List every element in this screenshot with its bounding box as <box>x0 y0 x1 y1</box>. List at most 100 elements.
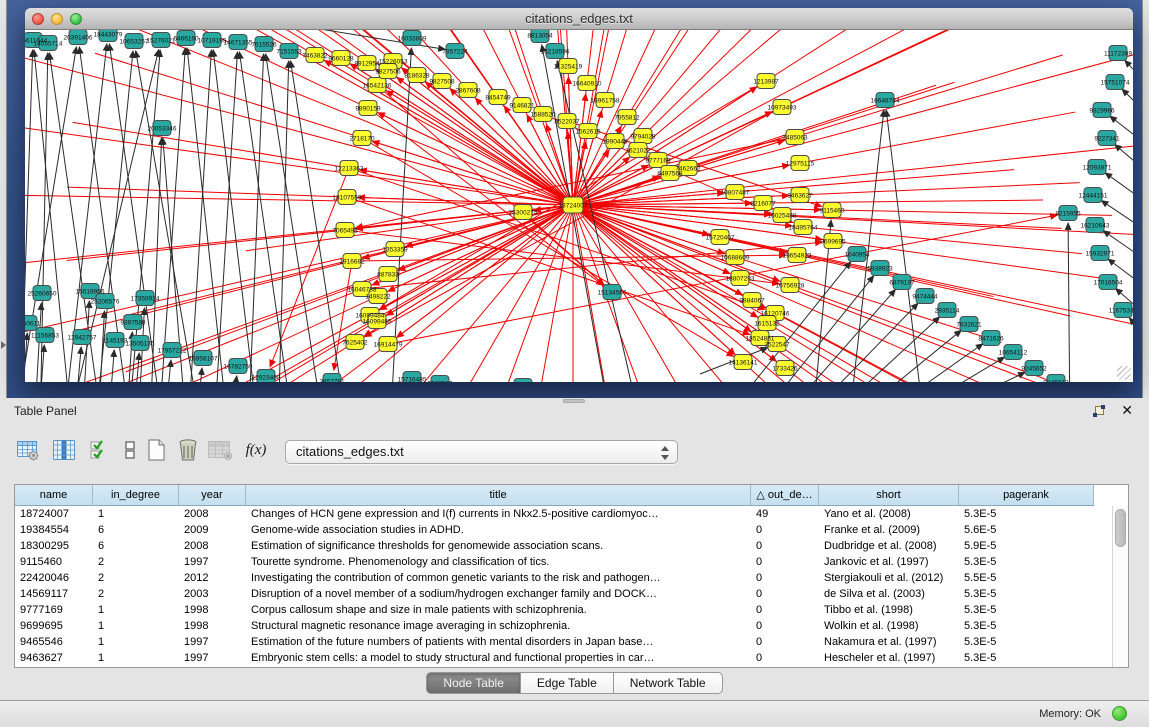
cell-name[interactable]: 9465546 <box>15 634 93 650</box>
cell-name[interactable]: 9699695 <box>15 618 93 634</box>
cell-in_degree[interactable]: 2 <box>93 554 179 570</box>
cell-in_degree[interactable]: 1 <box>93 506 179 522</box>
table-row[interactable]: 969969511998Structural magnetic resonanc… <box>15 618 1112 634</box>
cell-year[interactable]: 1997 <box>179 634 246 650</box>
cell-out_de[interactable]: 0 <box>751 650 819 666</box>
cell-pagerank[interactable]: 5.3E-5 <box>959 634 1094 650</box>
table-row[interactable]: 977716911998Corpus callosum shape and si… <box>15 602 1112 618</box>
tab-edge-table[interactable]: Edge Table <box>521 672 614 694</box>
new-table-icon[interactable] <box>142 436 170 464</box>
cell-out_de[interactable]: 0 <box>751 522 819 538</box>
network-canvas[interactable]: 1661164414055714203914061844307910653257… <box>25 30 1133 382</box>
cell-pagerank[interactable]: 5.6E-5 <box>959 522 1094 538</box>
resize-grip[interactable] <box>1117 366 1131 380</box>
cell-name[interactable]: 18300295 <box>15 538 93 554</box>
panel-collapse-arrow-icon[interactable] <box>1 341 6 349</box>
table-row[interactable]: 946554611997Estimation of the future num… <box>15 634 1112 650</box>
cell-year[interactable]: 1997 <box>179 650 246 666</box>
cell-pagerank[interactable]: 5.3E-5 <box>959 554 1094 570</box>
cell-name[interactable]: 19384554 <box>15 522 93 538</box>
cell-out_de[interactable]: 0 <box>751 602 819 618</box>
cell-name[interactable]: 9463627 <box>15 650 93 666</box>
column-header-year[interactable]: year <box>179 485 246 506</box>
cell-year[interactable]: 2003 <box>179 586 246 602</box>
table-row[interactable]: 911546021997Tourette syndrome. Phenomeno… <box>15 554 1112 570</box>
cell-name[interactable]: 22420046 <box>15 570 93 586</box>
cell-in_degree[interactable]: 6 <box>93 538 179 554</box>
cell-short[interactable]: Yano et al. (2008) <box>819 506 959 522</box>
cell-short[interactable]: Hescheler et al. (1997) <box>819 650 959 666</box>
cell-short[interactable]: de Silva et al. (2003) <box>819 586 959 602</box>
cell-name[interactable]: 18724007 <box>15 506 93 522</box>
cell-out_de[interactable]: 49 <box>751 506 819 522</box>
cell-out_de[interactable]: 0 <box>751 618 819 634</box>
column-edit-icon[interactable] <box>50 436 78 464</box>
cell-year[interactable]: 1997 <box>179 554 246 570</box>
cell-pagerank[interactable]: 5.9E-5 <box>959 538 1094 554</box>
cell-year[interactable]: 2008 <box>179 538 246 554</box>
cell-title[interactable]: Tourette syndrome. Phenomenology and cla… <box>246 554 751 570</box>
graph-node[interactable] <box>514 379 532 383</box>
cell-year[interactable]: 2008 <box>179 506 246 522</box>
tab-network-table[interactable]: Network Table <box>614 672 723 694</box>
cell-out_de[interactable]: 0 <box>751 634 819 650</box>
cell-in_degree[interactable]: 1 <box>93 618 179 634</box>
cell-out_de[interactable]: 0 <box>751 538 819 554</box>
table-row[interactable]: 1938455462009Genome-wide association stu… <box>15 522 1112 538</box>
function-builder-icon[interactable]: f(x) <box>242 436 270 464</box>
cell-pagerank[interactable]: 5.3E-5 <box>959 618 1094 634</box>
table-row[interactable]: 2242004622012Investigating the contribut… <box>15 570 1112 586</box>
cell-title[interactable]: Estimation of significance thresholds fo… <box>246 538 751 554</box>
table-scrollbar[interactable] <box>1112 506 1128 667</box>
cell-year[interactable]: 2012 <box>179 570 246 586</box>
cell-in_degree[interactable]: 6 <box>93 522 179 538</box>
memory-status-icon[interactable] <box>1112 706 1127 721</box>
cell-year[interactable]: 1998 <box>179 602 246 618</box>
cell-name[interactable]: 9777169 <box>15 602 93 618</box>
row-height-icon[interactable] <box>116 436 144 464</box>
column-header-out_de[interactable]: △ out_de… <box>751 485 819 506</box>
cell-name[interactable]: 9115460 <box>15 554 93 570</box>
cell-short[interactable]: Jankovic et al. (1997) <box>819 554 959 570</box>
cell-short[interactable]: Dudbridge et al. (2008) <box>819 538 959 554</box>
cell-in_degree[interactable]: 2 <box>93 570 179 586</box>
cell-in_degree[interactable]: 1 <box>93 650 179 666</box>
cell-title[interactable]: Genome-wide association studies in ADHD. <box>246 522 751 538</box>
cell-title[interactable]: Investigating the contribution of common… <box>246 570 751 586</box>
cell-title[interactable]: Estimation of the future numbers of pati… <box>246 634 751 650</box>
cell-pagerank[interactable]: 5.3E-5 <box>959 602 1094 618</box>
tab-node-table[interactable]: Node Table <box>426 672 521 694</box>
table-selector[interactable]: citations_edges.txt <box>285 440 678 464</box>
cell-in_degree[interactable]: 2 <box>93 586 179 602</box>
cell-short[interactable]: Wolkin et al. (1998) <box>819 618 959 634</box>
cell-pagerank[interactable]: 5.3E-5 <box>959 586 1094 602</box>
cell-title[interactable]: Embryonic stem cells: a model to study s… <box>246 650 751 666</box>
cell-title[interactable]: Structural magnetic resonance image aver… <box>246 618 751 634</box>
cell-name[interactable]: 14569117 <box>15 586 93 602</box>
network-graph[interactable]: 1661164414055714203914061844307910653257… <box>25 30 1133 382</box>
cell-short[interactable]: Nakamura et al. (1997) <box>819 634 959 650</box>
table-settings-icon[interactable] <box>14 436 42 464</box>
column-header-short[interactable]: short <box>819 485 959 506</box>
cell-title[interactable]: Changes of HCN gene expression and I(f) … <box>246 506 751 522</box>
cell-short[interactable]: Stergiakouli et al. (2012) <box>819 570 959 586</box>
table-row[interactable]: 1872400712008Changes of HCN gene express… <box>15 506 1112 522</box>
cell-in_degree[interactable]: 1 <box>93 634 179 650</box>
cell-short[interactable]: Franke et al. (2009) <box>819 522 959 538</box>
table-row[interactable]: 1830029562008Estimation of significance … <box>15 538 1112 554</box>
close-panel-icon[interactable]: ✕ <box>1121 402 1133 419</box>
table-scrollbar-thumb[interactable] <box>1115 509 1126 547</box>
column-header-in_degree[interactable]: in_degree <box>93 485 179 506</box>
float-panel-icon[interactable] <box>1093 406 1105 418</box>
cell-out_de[interactable]: 0 <box>751 586 819 602</box>
cell-pagerank[interactable]: 5.3E-5 <box>959 650 1094 666</box>
cell-in_degree[interactable]: 1 <box>93 602 179 618</box>
cell-year[interactable]: 2009 <box>179 522 246 538</box>
cell-pagerank[interactable]: 5.5E-5 <box>959 570 1094 586</box>
cell-short[interactable]: Tibbo et al. (1998) <box>819 602 959 618</box>
cell-year[interactable]: 1998 <box>179 618 246 634</box>
row-select-icon[interactable] <box>86 436 114 464</box>
cell-pagerank[interactable]: 5.3E-5 <box>959 506 1094 522</box>
cell-title[interactable]: Corpus callosum shape and size in male p… <box>246 602 751 618</box>
delete-table-icon[interactable] <box>174 436 202 464</box>
